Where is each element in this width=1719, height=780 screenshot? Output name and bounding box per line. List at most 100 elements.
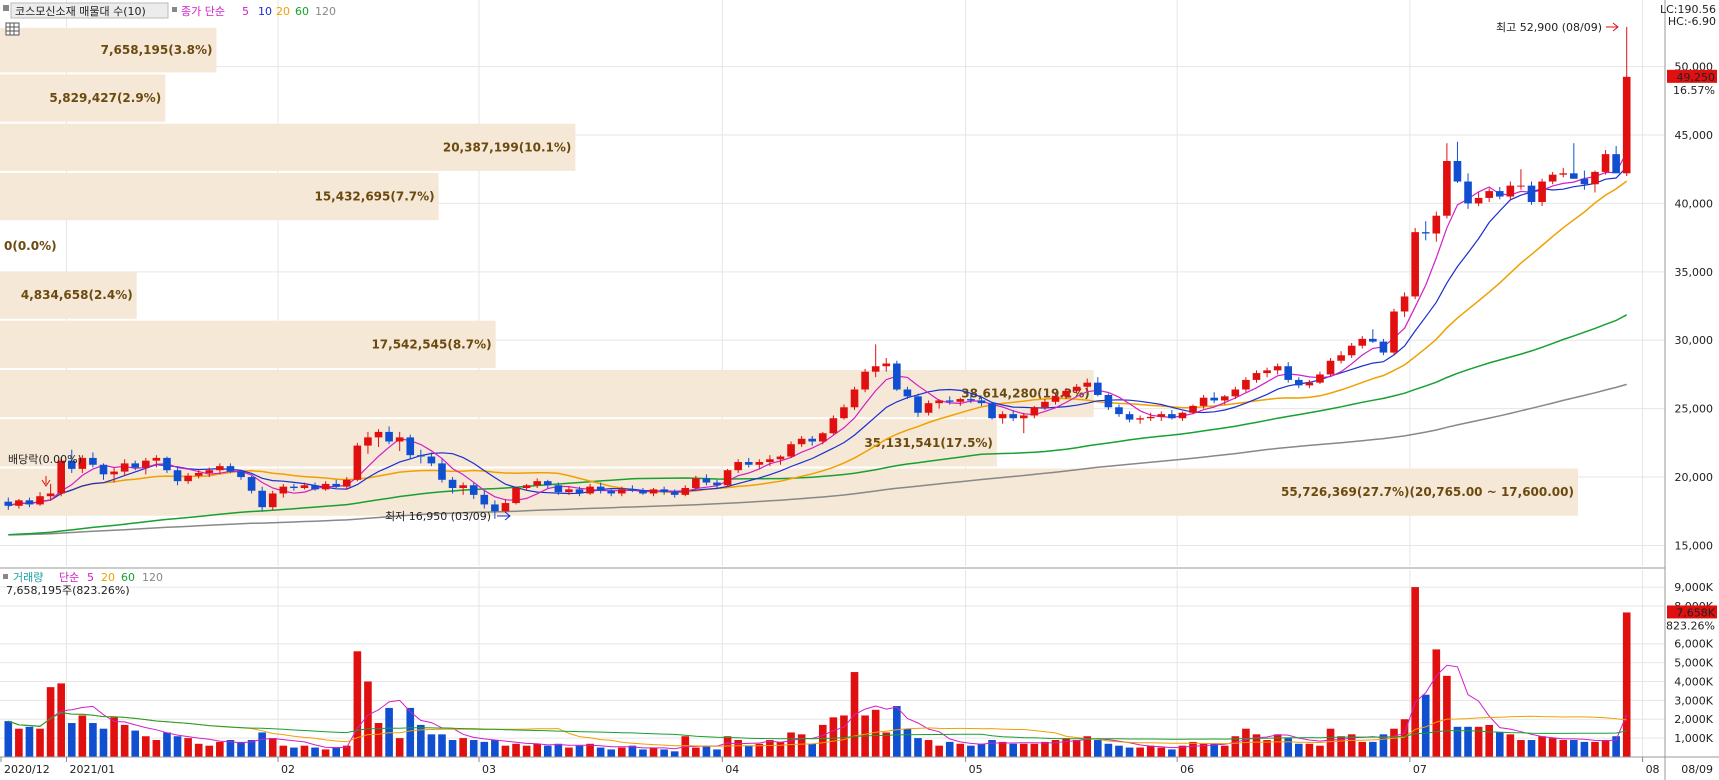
candle-body[interactable] (702, 478, 711, 483)
candle-body[interactable] (205, 470, 214, 473)
volume-bar[interactable] (501, 745, 510, 757)
candle-body[interactable] (840, 407, 848, 419)
volume-bar[interactable] (543, 745, 552, 757)
candle-body[interactable] (1421, 232, 1430, 234)
candle-body[interactable] (734, 462, 742, 471)
candle-body[interactable] (1210, 397, 1218, 401)
table-grid-icon[interactable] (5, 22, 20, 36)
candle-body[interactable] (1231, 389, 1240, 397)
candle-body[interactable] (723, 470, 732, 486)
volume-bar[interactable] (734, 740, 742, 757)
volume-bar[interactable] (1041, 741, 1049, 757)
volume-bar[interactable] (205, 745, 214, 757)
candle-body[interactable] (1358, 338, 1367, 346)
volume-bar[interactable] (533, 743, 541, 757)
candle-body[interactable] (1464, 181, 1472, 204)
volume-bar[interactable] (78, 715, 87, 757)
candle-body[interactable] (1094, 382, 1102, 395)
candle-body[interactable] (766, 459, 774, 463)
candle-body[interactable] (1612, 154, 1620, 174)
volume-bar[interactable] (110, 717, 118, 757)
candle-body[interactable] (924, 403, 933, 413)
volume-bar[interactable] (998, 741, 1007, 757)
volume-bar[interactable] (575, 745, 584, 757)
candle-body[interactable] (1517, 185, 1525, 187)
volume-bar[interactable] (1453, 726, 1462, 757)
candle-body[interactable] (1326, 360, 1335, 375)
candle-body[interactable] (332, 483, 341, 487)
volume-bar[interactable] (258, 732, 266, 757)
candle-body[interactable] (290, 486, 298, 489)
volume-bar[interactable] (977, 743, 986, 757)
candle-body[interactable] (1474, 197, 1483, 204)
candle-body[interactable] (258, 490, 266, 508)
volume-bar[interactable] (279, 745, 288, 757)
volume-bar[interactable] (945, 741, 954, 757)
volume-bar[interactable] (924, 740, 933, 757)
volume-bar[interactable] (4, 721, 13, 757)
candle-body[interactable] (1294, 379, 1303, 386)
candle-body[interactable] (374, 431, 383, 438)
candle-body[interactable] (670, 492, 679, 495)
candle-body[interactable] (173, 470, 182, 482)
volume-bar[interactable] (1517, 740, 1525, 757)
candle-body[interactable] (649, 489, 658, 494)
candle-body[interactable] (1189, 405, 1197, 413)
volume-bar[interactable] (152, 740, 161, 757)
volume-bar[interactable] (1136, 747, 1144, 757)
volume-bar[interactable] (914, 738, 922, 757)
volume-bar[interactable] (618, 747, 626, 757)
volume-bar[interactable] (1495, 732, 1504, 757)
candle-body[interactable] (110, 471, 118, 475)
volume-bar[interactable] (25, 726, 34, 757)
candle-body[interactable] (459, 485, 467, 489)
volume-bar[interactable] (427, 734, 436, 757)
volume-bar[interactable] (660, 749, 668, 757)
candle-body[interactable] (15, 500, 23, 506)
candle-body[interactable] (1411, 232, 1419, 297)
candle-body[interactable] (850, 389, 859, 408)
candle-body[interactable] (480, 494, 489, 505)
volume-bar[interactable] (184, 738, 192, 757)
candle-body[interactable] (1548, 174, 1557, 182)
candle-body[interactable] (660, 489, 668, 493)
candle-body[interactable] (36, 496, 44, 505)
volume-bar[interactable] (840, 715, 848, 757)
volume-bar[interactable] (797, 734, 806, 757)
candle-body[interactable] (914, 396, 922, 413)
volume-bar[interactable] (649, 747, 658, 757)
candle-body[interactable] (1136, 418, 1144, 420)
volume-bar[interactable] (131, 730, 140, 757)
candle-body[interactable] (1168, 414, 1176, 419)
volume-bar[interactable] (1125, 747, 1134, 757)
candle-body[interactable] (1115, 407, 1123, 415)
volume-bar[interactable] (1305, 743, 1314, 757)
candle-body[interactable] (692, 478, 700, 489)
candle-body[interactable] (903, 389, 912, 397)
candle-body[interactable] (639, 490, 647, 494)
volume-bar[interactable] (829, 717, 838, 757)
candle-body[interactable] (628, 489, 637, 491)
candle-body[interactable] (491, 504, 499, 512)
candle-body[interactable] (25, 500, 34, 505)
volume-bar[interactable] (776, 741, 785, 757)
candle-body[interactable] (808, 438, 817, 442)
volume-bar[interactable] (290, 747, 298, 757)
volume-bar[interactable] (163, 732, 171, 757)
candle-body[interactable] (1041, 401, 1049, 408)
vlegend-20[interactable]: 20 (101, 571, 115, 584)
vlegend-60[interactable]: 60 (121, 571, 135, 584)
volume-bar[interactable] (1506, 734, 1515, 757)
vlegend-5[interactable]: 5 (87, 571, 94, 584)
volume-bar[interactable] (491, 740, 499, 757)
volume-bar[interactable] (89, 723, 97, 757)
candle-body[interactable] (1506, 185, 1515, 197)
legend-ma-5[interactable]: 5 (242, 5, 249, 18)
candle-body[interactable] (522, 485, 531, 489)
volume-bar[interactable] (480, 741, 489, 757)
volume-bar[interactable] (353, 651, 362, 757)
candle-body[interactable] (247, 477, 256, 491)
volume-bar[interactable] (893, 706, 901, 757)
candle-body[interactable] (1538, 181, 1546, 203)
candle-body[interactable] (89, 457, 97, 465)
